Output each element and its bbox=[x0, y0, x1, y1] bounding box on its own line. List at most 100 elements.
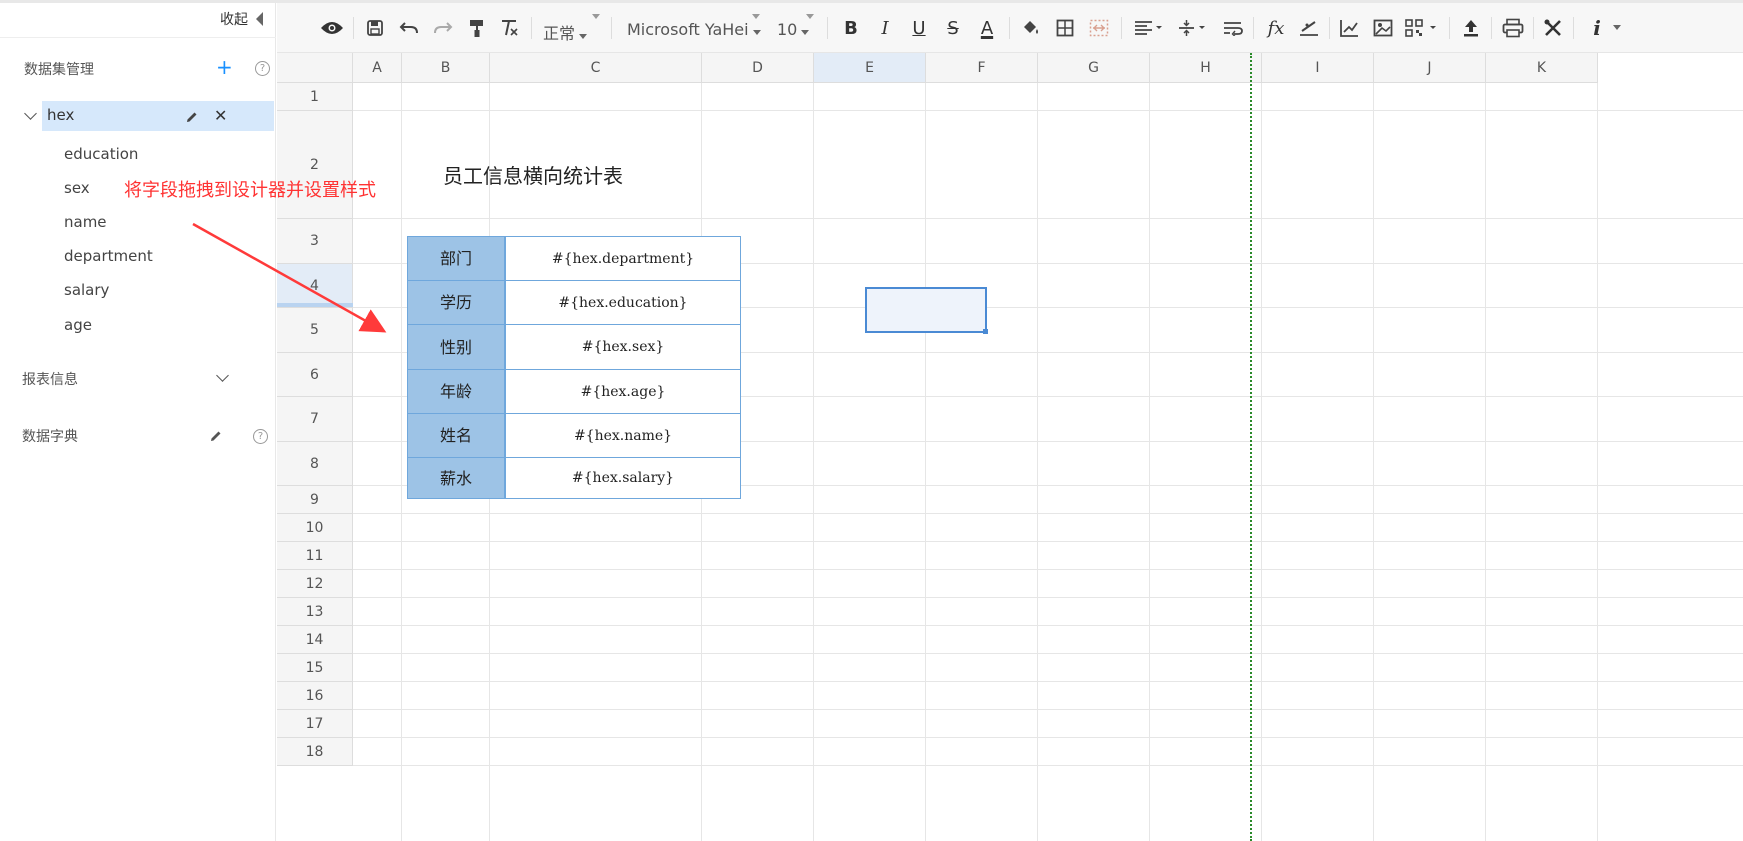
row-header-16[interactable]: 16 bbox=[277, 682, 353, 710]
field-item[interactable]: department bbox=[64, 247, 153, 265]
column-header-I[interactable]: I bbox=[1262, 53, 1374, 83]
row-header-13[interactable]: 13 bbox=[277, 598, 353, 626]
column-header-J[interactable]: J bbox=[1374, 53, 1486, 83]
row-header-9[interactable]: 9 bbox=[277, 486, 353, 514]
chart-icon[interactable] bbox=[1337, 16, 1361, 40]
wrap-text-icon[interactable] bbox=[1221, 16, 1245, 40]
row-header-5[interactable]: 5 bbox=[277, 308, 353, 353]
active-cell-E4[interactable] bbox=[865, 287, 988, 334]
info-caret-icon[interactable] bbox=[1613, 25, 1621, 30]
report-info-title[interactable]: 报表信息 bbox=[22, 369, 78, 389]
field-item[interactable]: age bbox=[64, 316, 92, 334]
undo-icon[interactable] bbox=[397, 16, 421, 40]
value-cell-salary[interactable]: #{hex.salary} bbox=[505, 457, 741, 499]
format-painter-icon[interactable] bbox=[465, 16, 489, 40]
row-header-10[interactable]: 10 bbox=[277, 514, 353, 542]
add-dataset-icon[interactable]: + bbox=[216, 57, 233, 77]
row-header-3[interactable]: 3 bbox=[277, 219, 353, 264]
fill-handle[interactable] bbox=[983, 329, 988, 334]
row-header-12[interactable]: 12 bbox=[277, 570, 353, 598]
collapse-label: 收起 bbox=[220, 12, 248, 28]
edit-dictionary-icon[interactable] bbox=[209, 429, 223, 443]
clear-format-icon[interactable] bbox=[497, 16, 521, 40]
row-header-15[interactable]: 15 bbox=[277, 654, 353, 682]
qrcode-icon[interactable] bbox=[1403, 16, 1443, 40]
row-header-4[interactable]: 4 bbox=[277, 264, 353, 308]
row-header-7[interactable]: 7 bbox=[277, 397, 353, 442]
row-header-8[interactable]: 8 bbox=[277, 442, 353, 486]
info-icon[interactable]: i bbox=[1587, 16, 1607, 40]
page-break-line bbox=[1250, 53, 1252, 841]
image-icon[interactable] bbox=[1371, 16, 1395, 40]
value-cell-name[interactable]: #{hex.name} bbox=[505, 413, 741, 458]
formula-chart-icon[interactable] bbox=[1297, 16, 1321, 40]
column-header-H[interactable]: H bbox=[1150, 53, 1262, 83]
column-header-D[interactable]: D bbox=[702, 53, 814, 83]
merge-cells-icon[interactable] bbox=[1087, 16, 1111, 40]
row-header-6[interactable]: 6 bbox=[277, 353, 353, 397]
underline-icon[interactable]: U bbox=[907, 16, 931, 40]
grid-corner[interactable] bbox=[277, 53, 353, 83]
size-select[interactable]: 10 bbox=[777, 20, 810, 39]
column-header-A[interactable]: A bbox=[353, 53, 402, 83]
report-info-chevron-icon[interactable] bbox=[216, 369, 229, 382]
row-resize-bar[interactable] bbox=[277, 303, 353, 307]
grid-column-line bbox=[1373, 83, 1374, 841]
value-cell-sex[interactable]: #{hex.sex} bbox=[505, 324, 741, 370]
column-header-E[interactable]: E bbox=[814, 53, 926, 83]
print-icon[interactable] bbox=[1501, 16, 1525, 40]
fill-color-icon[interactable] bbox=[1019, 16, 1043, 40]
function-icon[interactable]: fx bbox=[1263, 16, 1289, 40]
italic-icon[interactable]: I bbox=[873, 16, 897, 40]
dictionary-help-icon[interactable]: ? bbox=[253, 429, 268, 444]
column-header-K[interactable]: K bbox=[1486, 53, 1598, 83]
row-header-1[interactable]: 1 bbox=[277, 83, 353, 111]
row-header-11[interactable]: 11 bbox=[277, 542, 353, 570]
column-header-B[interactable]: B bbox=[402, 53, 490, 83]
collapse-arrow-icon bbox=[256, 12, 263, 26]
toolbar-separator bbox=[1009, 17, 1010, 39]
row-header-14[interactable]: 14 bbox=[277, 626, 353, 654]
font-color-icon[interactable]: A bbox=[975, 16, 999, 40]
label-cell-education[interactable]: 学历 bbox=[407, 280, 505, 325]
value-cell-department[interactable]: #{hex.department} bbox=[505, 236, 741, 281]
collapse-button[interactable]: 收起 bbox=[220, 9, 263, 29]
column-header-F[interactable]: F bbox=[926, 53, 1038, 83]
spreadsheet-grid[interactable]: ABCDEFGHIJK 1 2 3 4 5 6 7 8 9 10 11 12 13 14 15 16 17 18 … bbox=[277, 53, 1743, 841]
label-cell-department[interactable]: 部门 bbox=[407, 236, 505, 281]
field-item[interactable]: salary bbox=[64, 281, 109, 299]
border-icon[interactable] bbox=[1053, 16, 1077, 40]
vertical-align-icon[interactable] bbox=[1175, 16, 1211, 40]
tools-icon[interactable] bbox=[1541, 16, 1565, 40]
save-icon[interactable] bbox=[363, 16, 387, 40]
row-header-2[interactable]: 2 bbox=[277, 111, 353, 219]
font-select[interactable]: Microsoft YaHei bbox=[627, 20, 761, 39]
column-header-C[interactable]: C bbox=[490, 53, 702, 83]
label-cell-name[interactable]: 姓名 bbox=[407, 413, 505, 458]
style-select[interactable]: 正常 bbox=[543, 20, 588, 44]
dataset-expand-chevron-icon[interactable] bbox=[24, 107, 37, 120]
upload-icon[interactable] bbox=[1459, 16, 1483, 40]
value-cell-age[interactable]: #{hex.age} bbox=[505, 369, 741, 414]
delete-dataset-icon[interactable]: ✕ bbox=[214, 106, 227, 125]
dataset-help-icon[interactable]: ? bbox=[255, 61, 270, 76]
label-cell-sex[interactable]: 性别 bbox=[407, 324, 505, 370]
field-item[interactable]: education bbox=[64, 145, 138, 163]
field-item[interactable]: name bbox=[64, 213, 107, 231]
row-header-17[interactable]: 17 bbox=[277, 710, 353, 738]
column-header-G[interactable]: G bbox=[1038, 53, 1150, 83]
bold-icon[interactable]: B bbox=[839, 16, 863, 40]
edit-dataset-icon[interactable] bbox=[185, 110, 199, 124]
field-item[interactable]: sex bbox=[64, 179, 90, 197]
report-title-cell[interactable]: 员工信息横向统计表 bbox=[443, 160, 623, 189]
grid-row-line bbox=[353, 541, 1743, 542]
dataset-row-hex[interactable] bbox=[42, 101, 274, 131]
preview-icon[interactable] bbox=[319, 16, 345, 40]
label-cell-salary[interactable]: 薪水 bbox=[407, 457, 505, 499]
label-cell-age[interactable]: 年龄 bbox=[407, 369, 505, 414]
align-icon[interactable] bbox=[1131, 16, 1167, 40]
row-header-18[interactable]: 18 bbox=[277, 738, 353, 766]
redo-icon[interactable] bbox=[431, 16, 455, 40]
value-cell-education[interactable]: #{hex.education} bbox=[505, 280, 741, 325]
strikethrough-icon[interactable]: S bbox=[941, 16, 965, 40]
